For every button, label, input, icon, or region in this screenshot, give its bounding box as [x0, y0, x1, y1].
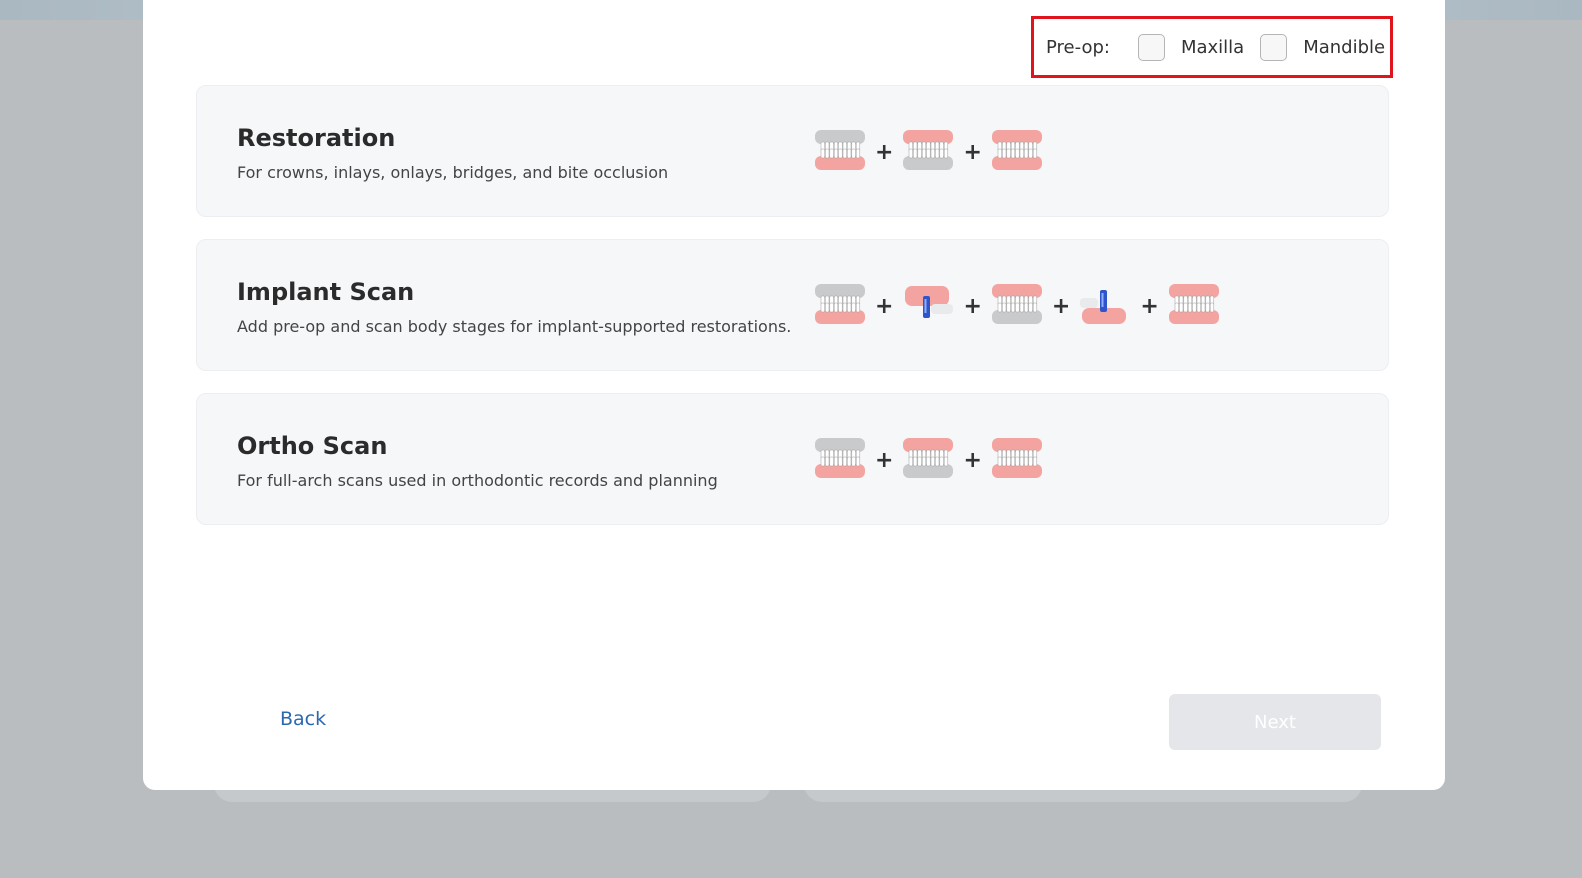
upper-scanbody-icon	[901, 282, 955, 330]
workflow-icons: + +	[813, 434, 1044, 486]
preop-selector: Pre-op: Maxilla Mandible	[1031, 16, 1393, 78]
bite-icon	[990, 128, 1044, 176]
workflow-icons: + + + +	[813, 280, 1221, 332]
mandible-checkbox[interactable]	[1260, 33, 1288, 61]
plus-sign: +	[963, 293, 982, 319]
lower-scanbody-icon	[1078, 282, 1132, 330]
card-title: Implant Scan	[237, 278, 415, 306]
upper-jaw-highlight-icon	[813, 282, 867, 330]
workflow-icons: + +	[813, 126, 1044, 178]
next-button[interactable]: Next	[1169, 694, 1381, 750]
plus-sign: +	[963, 139, 982, 165]
maxilla-checkbox[interactable]	[1137, 33, 1165, 61]
card-description: Add pre-op and scan body stages for impl…	[237, 317, 792, 336]
scan-type-dialog: Pre-op: Maxilla Mandible Restoration For…	[143, 0, 1445, 790]
card-description: For crowns, inlays, onlays, bridges, and…	[237, 163, 669, 182]
card-implant-scan[interactable]: Implant Scan Add pre-op and scan body st…	[196, 239, 1389, 371]
plus-sign: +	[963, 447, 982, 473]
card-title: Restoration	[237, 124, 396, 152]
preop-label: Pre-op:	[1046, 36, 1110, 58]
bite-icon	[1167, 282, 1221, 330]
lower-jaw-highlight-icon	[901, 436, 955, 484]
upper-jaw-highlight-icon	[813, 128, 867, 176]
upper-jaw-highlight-icon	[813, 436, 867, 484]
lower-jaw-highlight-icon	[990, 282, 1044, 330]
bite-icon	[990, 436, 1044, 484]
card-ortho-scan[interactable]: Ortho Scan For full-arch scans used in o…	[196, 393, 1389, 525]
maxilla-label[interactable]: Maxilla	[1181, 37, 1244, 58]
card-title: Ortho Scan	[237, 432, 388, 460]
plus-sign: +	[1140, 293, 1159, 319]
card-restoration[interactable]: Restoration For crowns, inlays, onlays, …	[196, 85, 1389, 217]
back-button[interactable]: Back	[280, 708, 326, 730]
mandible-label[interactable]: Mandible	[1303, 37, 1385, 58]
plus-sign: +	[875, 293, 894, 319]
card-description: For full-arch scans used in orthodontic …	[237, 471, 718, 490]
lower-jaw-highlight-icon	[901, 128, 955, 176]
plus-sign: +	[1051, 293, 1071, 319]
plus-sign: +	[875, 139, 894, 165]
plus-sign: +	[875, 447, 894, 473]
